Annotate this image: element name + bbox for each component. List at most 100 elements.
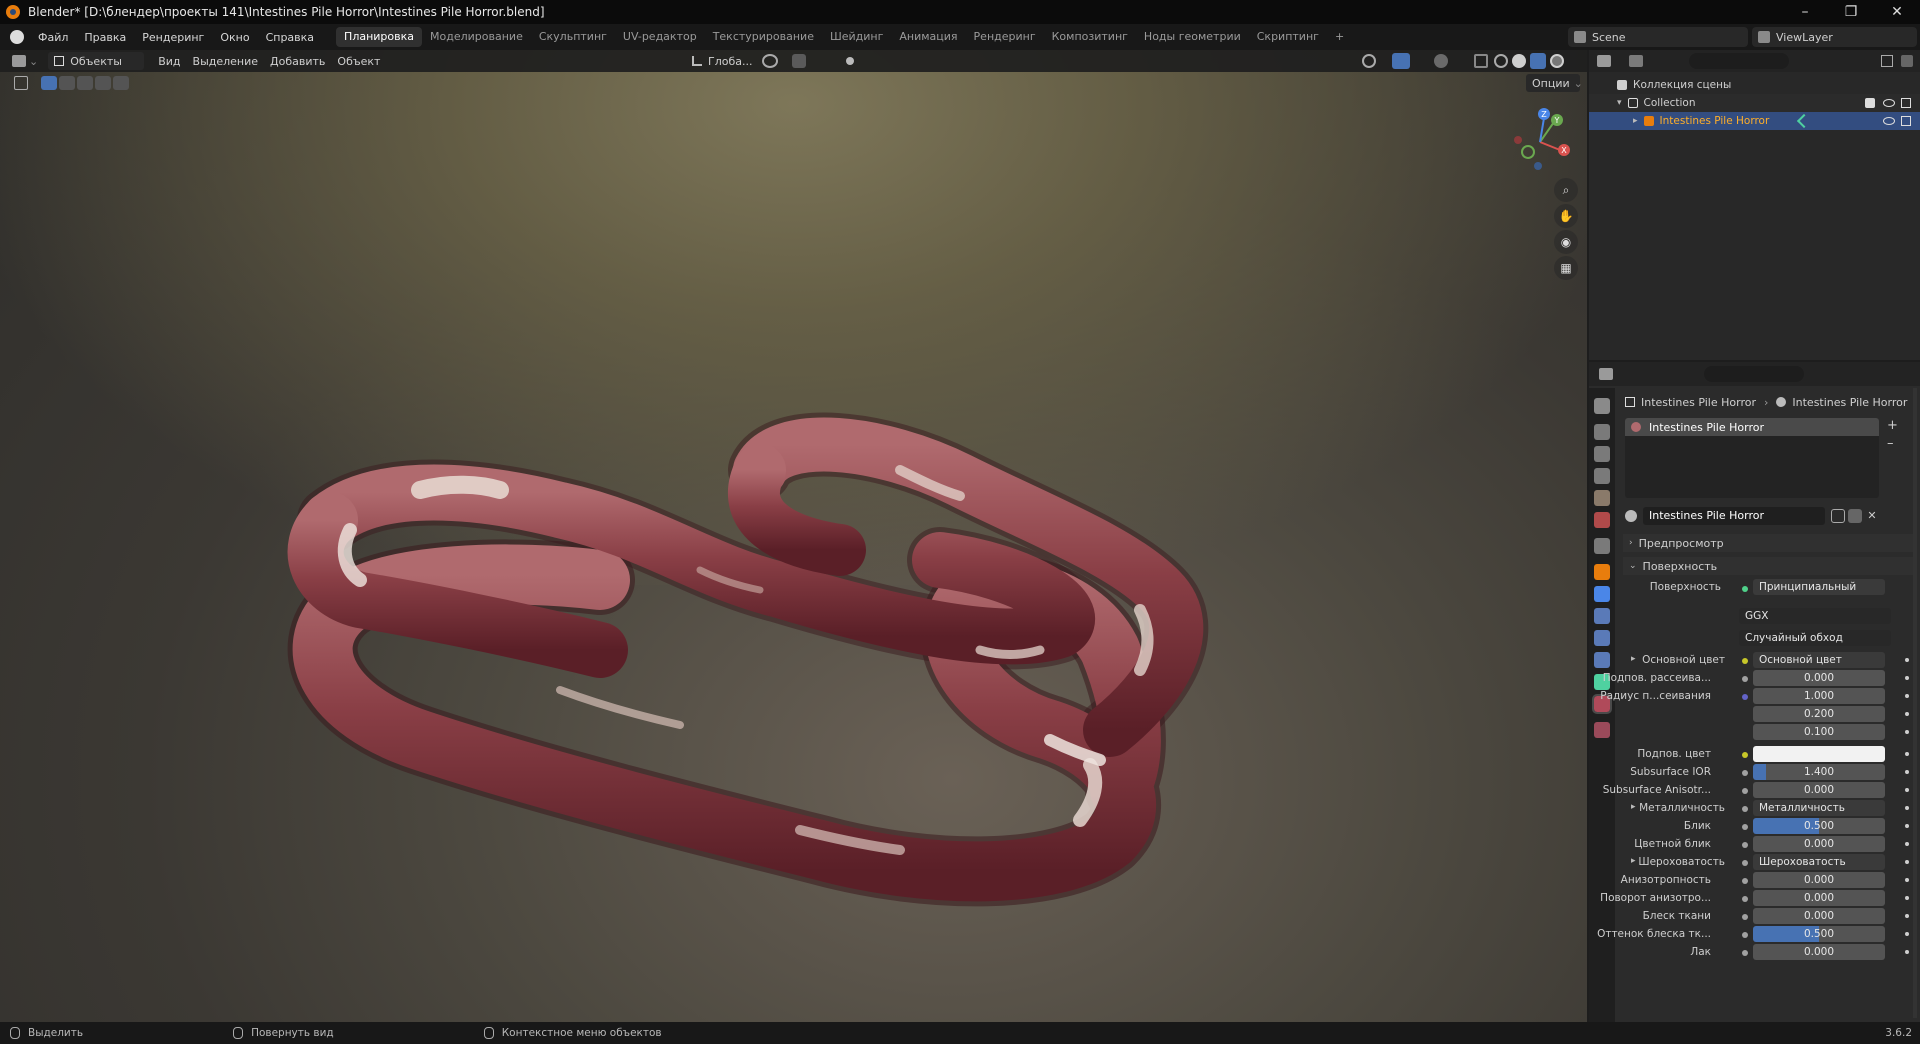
options-dropdown[interactable]: Опции ⌄ bbox=[1526, 74, 1583, 92]
socket-icon[interactable] bbox=[1742, 806, 1748, 812]
select-intersect-icon[interactable] bbox=[113, 76, 129, 90]
close-button[interactable]: ✕ bbox=[1874, 0, 1920, 24]
render-camera-icon[interactable] bbox=[1901, 116, 1911, 126]
material-preview-shading-icon[interactable] bbox=[1530, 53, 1546, 69]
eye-icon[interactable] bbox=[1883, 99, 1895, 107]
number-field[interactable]: 0.500 bbox=[1753, 818, 1885, 834]
menu-add[interactable]: Добавить bbox=[264, 52, 331, 70]
keyframe-dot-icon[interactable] bbox=[1905, 914, 1909, 918]
render-camera-icon[interactable] bbox=[1901, 98, 1911, 108]
linked-input-field[interactable]: Металличность bbox=[1753, 800, 1885, 816]
keyframe-dot-icon[interactable] bbox=[1905, 712, 1909, 716]
socket-icon[interactable] bbox=[1742, 896, 1748, 902]
tab-geometry-nodes[interactable]: Ноды геометрии bbox=[1136, 27, 1249, 47]
keyframe-dot-icon[interactable] bbox=[1905, 896, 1909, 900]
tab-sculpting[interactable]: Скульптинг bbox=[531, 27, 615, 47]
socket-icon[interactable] bbox=[1742, 694, 1748, 700]
scene-tab-icon[interactable] bbox=[1594, 490, 1610, 506]
color-swatch[interactable] bbox=[1753, 746, 1885, 762]
select-subtract-icon[interactable] bbox=[77, 76, 93, 90]
output-tab-icon[interactable] bbox=[1594, 446, 1610, 462]
number-field[interactable]: 0.000 bbox=[1753, 836, 1885, 852]
navigation-gizmo[interactable]: Z Y X bbox=[1502, 100, 1582, 180]
number-field[interactable]: 0.000 bbox=[1753, 782, 1885, 798]
linked-input-field[interactable]: Шероховатость bbox=[1753, 854, 1885, 870]
scene-selector[interactable]: Scene bbox=[1568, 27, 1748, 47]
new-collection-icon[interactable] bbox=[1901, 55, 1913, 67]
keyframe-dot-icon[interactable] bbox=[1905, 932, 1909, 936]
select-tool-icon[interactable] bbox=[14, 76, 28, 90]
tab-layout[interactable]: Планировка bbox=[336, 27, 423, 47]
gizmo-neg-z-axis[interactable] bbox=[1534, 162, 1542, 170]
menu-object[interactable]: Объект bbox=[331, 52, 386, 70]
keyframe-dot-icon[interactable] bbox=[1905, 752, 1909, 756]
unlink-material-icon[interactable]: ✕ bbox=[1865, 509, 1879, 523]
tab-texture-paint[interactable]: Текстурирование bbox=[705, 27, 822, 47]
gizmo-toggle-icon[interactable] bbox=[1392, 53, 1410, 69]
snap-icon[interactable] bbox=[792, 54, 806, 68]
material-slot-item[interactable]: Intestines Pile Horror bbox=[1625, 418, 1879, 436]
material-browse-icon[interactable] bbox=[1625, 510, 1637, 522]
menu-view[interactable]: Вид bbox=[152, 52, 186, 70]
remove-slot-button[interactable]: – bbox=[1887, 436, 1894, 451]
gizmo-neg-y-axis[interactable] bbox=[1521, 145, 1535, 159]
subsurface-method-dropdown[interactable]: Случайный обход bbox=[1739, 630, 1891, 646]
camera-view-icon[interactable]: ◉ bbox=[1554, 230, 1578, 254]
menu-select[interactable]: Выделение bbox=[187, 52, 265, 70]
tab-rendering[interactable]: Рендеринг bbox=[966, 27, 1044, 47]
overlays-icon[interactable] bbox=[1434, 54, 1448, 68]
editor-type-button[interactable]: ⌄ bbox=[6, 52, 44, 70]
socket-icon[interactable] bbox=[1742, 932, 1748, 938]
socket-icon[interactable] bbox=[1742, 860, 1748, 866]
number-field[interactable]: 0.100 bbox=[1753, 724, 1885, 740]
socket-icon[interactable] bbox=[1742, 824, 1748, 830]
pivot-point-icon[interactable] bbox=[762, 54, 778, 68]
keyframe-dot-icon[interactable] bbox=[1905, 824, 1909, 828]
number-field[interactable]: 0.000 bbox=[1753, 670, 1885, 686]
keyframe-dot-icon[interactable] bbox=[1905, 860, 1909, 864]
expand-arrow-icon[interactable]: ▾ bbox=[1617, 98, 1622, 108]
proportional-edit-icon[interactable] bbox=[846, 57, 854, 65]
minimize-button[interactable]: – bbox=[1782, 0, 1828, 24]
socket-icon[interactable] bbox=[1742, 914, 1748, 920]
material-name-field[interactable]: Intestines Pile Horror bbox=[1643, 507, 1825, 525]
tab-compositing[interactable]: Композитинг bbox=[1044, 27, 1136, 47]
panel-preview-header[interactable]: › Предпросмотр bbox=[1623, 534, 1913, 552]
keyframe-dot-icon[interactable] bbox=[1905, 676, 1909, 680]
properties-search-input[interactable] bbox=[1704, 366, 1804, 382]
socket-icon[interactable] bbox=[1742, 658, 1748, 664]
fake-user-icon[interactable] bbox=[1831, 509, 1845, 523]
menu-file[interactable]: Файл bbox=[30, 31, 76, 44]
tool-tab-icon[interactable] bbox=[1594, 398, 1610, 414]
mesh-data-icon[interactable] bbox=[1797, 113, 1812, 129]
select-invert-icon[interactable] bbox=[95, 76, 111, 90]
panel-surface-header[interactable]: ⌄ Поверхность bbox=[1623, 557, 1913, 575]
add-workspace-button[interactable]: + bbox=[1327, 27, 1352, 47]
outliner-row-scene-collection[interactable]: Коллекция сцены bbox=[1589, 76, 1920, 94]
object-tab-icon[interactable] bbox=[1594, 564, 1610, 580]
keyframe-dot-icon[interactable] bbox=[1905, 806, 1909, 810]
tab-modeling[interactable]: Моделирование bbox=[422, 27, 531, 47]
menu-window[interactable]: Окно bbox=[212, 31, 257, 44]
number-field[interactable]: 0.000 bbox=[1753, 944, 1885, 960]
socket-icon[interactable] bbox=[1742, 950, 1748, 956]
gizmo-neg-x-axis[interactable] bbox=[1514, 136, 1522, 144]
number-field[interactable]: 0.000 bbox=[1753, 890, 1885, 906]
add-slot-button[interactable]: + bbox=[1887, 418, 1898, 433]
solid-shading-icon[interactable] bbox=[1512, 54, 1526, 68]
perspective-grid-icon[interactable]: ▦ bbox=[1554, 256, 1578, 280]
socket-icon[interactable] bbox=[1742, 770, 1748, 776]
distribution-dropdown[interactable]: GGX bbox=[1739, 608, 1891, 624]
socket-icon[interactable] bbox=[1742, 788, 1748, 794]
surface-shader-field[interactable]: Принципиальный BSDF bbox=[1753, 579, 1885, 595]
keyframe-dot-icon[interactable] bbox=[1905, 950, 1909, 954]
rendered-shading-icon[interactable] bbox=[1550, 54, 1564, 68]
texture-tab-icon[interactable] bbox=[1594, 722, 1610, 738]
select-extend-icon[interactable] bbox=[59, 76, 75, 90]
select-new-icon[interactable] bbox=[41, 76, 57, 90]
socket-icon[interactable] bbox=[1742, 878, 1748, 884]
physics-tab-icon[interactable] bbox=[1594, 630, 1610, 646]
number-field[interactable]: 0.200 bbox=[1753, 706, 1885, 722]
properties-editor-icon[interactable] bbox=[1599, 368, 1613, 380]
keyframe-dot-icon[interactable] bbox=[1905, 730, 1909, 734]
